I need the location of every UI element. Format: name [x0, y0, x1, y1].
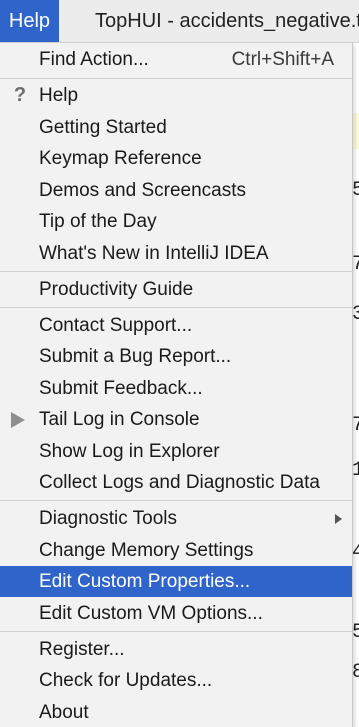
menu-item-submit-bug-report[interactable]: Submit a Bug Report...: [0, 341, 352, 372]
menu-separator: [0, 307, 352, 308]
menu-item-label: Check for Updates...: [39, 670, 213, 691]
menu-item-label: Register...: [39, 639, 125, 660]
menu-separator: [0, 500, 352, 501]
menu-item-label: Edit Custom Properties...: [39, 571, 251, 592]
menu-item-about[interactable]: About: [0, 697, 352, 727]
menu-item-label: What's New in IntelliJ IDEA: [39, 243, 269, 264]
menu-separator: [0, 271, 352, 272]
help-dropdown-menu: Find Action... Ctrl+Shift+A ? Help Getti…: [0, 43, 353, 727]
window-title: TopHUI - accidents_negative.txt: [95, 10, 359, 32]
menu-item-label: Contact Support...: [39, 315, 193, 336]
editor-glyph: 7: [352, 416, 359, 436]
editor-glyph: 7: [352, 255, 359, 275]
menu-item-label: Find Action...: [39, 49, 149, 70]
menu-item-label: Show Log in Explorer: [39, 441, 220, 462]
menu-item-label: Tip of the Day: [39, 211, 157, 232]
editor-glyph: 5: [352, 181, 359, 201]
editor-glyph: 5: [352, 623, 359, 643]
menu-item-diagnostic-tools[interactable]: Diagnostic Tools: [0, 503, 352, 534]
menu-separator: [0, 631, 352, 632]
shortcut-text: Ctrl+Shift+A: [231, 49, 334, 70]
menu-item-check-updates[interactable]: Check for Updates...: [0, 665, 352, 696]
editor-glyph: 8: [352, 663, 359, 683]
menu-item-label: Getting Started: [39, 117, 167, 138]
screen: Help TopHUI - accidents_negative.txt 5 7…: [0, 0, 359, 727]
menu-item-label: Change Memory Settings: [39, 540, 254, 561]
menu-item-contact-support[interactable]: Contact Support...: [0, 310, 352, 341]
menu-item-tip-of-the-day[interactable]: Tip of the Day: [0, 206, 352, 237]
menu-separator: [0, 78, 352, 79]
menu-item-label: Demos and Screencasts: [39, 180, 246, 201]
menu-item-whats-new[interactable]: What's New in IntelliJ IDEA: [0, 238, 352, 269]
menu-item-help[interactable]: ? Help: [0, 80, 352, 111]
menu-item-submit-feedback[interactable]: Submit Feedback...: [0, 373, 352, 404]
menu-item-change-memory[interactable]: Change Memory Settings: [0, 535, 352, 566]
menu-item-label: About: [39, 702, 89, 723]
chevron-right-icon: [335, 514, 342, 524]
menu-item-collect-logs[interactable]: Collect Logs and Diagnostic Data: [0, 467, 352, 498]
menu-item-edit-custom-properties[interactable]: Edit Custom Properties...: [0, 566, 352, 597]
menu-item-label: Collect Logs and Diagnostic Data: [39, 472, 320, 493]
editor-glyph: 1: [352, 461, 359, 481]
menu-item-tail-log[interactable]: Tail Log in Console: [0, 404, 352, 435]
menu-item-find-action[interactable]: Find Action... Ctrl+Shift+A: [0, 44, 352, 75]
editor-background: 5 7 3 7 1 4 5 8: [352, 43, 359, 727]
menu-item-label: Diagnostic Tools: [39, 508, 178, 529]
menu-item-keymap-reference[interactable]: Keymap Reference: [0, 143, 352, 174]
menu-item-register[interactable]: Register...: [0, 634, 352, 665]
help-menu-tab[interactable]: Help: [0, 0, 59, 42]
menu-item-label: Keymap Reference: [39, 148, 202, 169]
menu-item-label: Tail Log in Console: [39, 409, 200, 430]
menu-item-label: Productivity Guide: [39, 279, 194, 300]
menu-item-label: Edit Custom VM Options...: [39, 603, 263, 624]
menu-bar: Help TopHUI - accidents_negative.txt: [0, 0, 359, 43]
editor-glyph: 4: [352, 543, 359, 563]
menu-item-label: Submit Feedback...: [39, 378, 203, 399]
menu-item-getting-started[interactable]: Getting Started: [0, 112, 352, 143]
menu-item-edit-custom-vm[interactable]: Edit Custom VM Options...: [0, 598, 352, 629]
menu-item-productivity-guide[interactable]: Productivity Guide: [0, 274, 352, 305]
highlighted-line: [352, 113, 359, 149]
menu-item-label: Submit a Bug Report...: [39, 346, 232, 367]
play-icon: [11, 412, 25, 428]
question-icon: ?: [13, 84, 27, 106]
menu-item-show-log[interactable]: Show Log in Explorer: [0, 436, 352, 467]
menu-item-demos-screencasts[interactable]: Demos and Screencasts: [0, 175, 352, 206]
menu-item-label: Help: [39, 85, 79, 106]
editor-glyph: 3: [352, 305, 359, 325]
